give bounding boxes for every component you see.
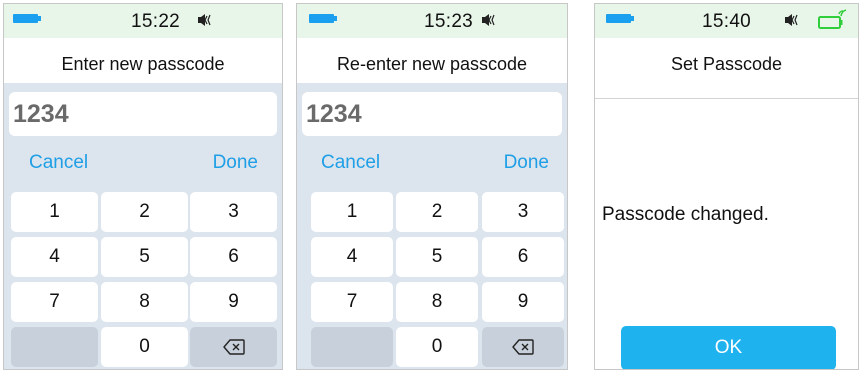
blank-key xyxy=(11,327,98,367)
delete-key[interactable] xyxy=(482,327,564,367)
key-4[interactable]: 4 xyxy=(11,237,98,277)
keypad-panel: 1234 Cancel Done 1 2 3 4 5 6 7 8 9 0 xyxy=(4,83,282,369)
key-2[interactable]: 2 xyxy=(101,192,188,232)
battery-icon xyxy=(13,14,41,23)
key-1[interactable]: 1 xyxy=(11,192,98,232)
key-7[interactable]: 7 xyxy=(11,282,98,322)
battery-icon xyxy=(309,14,337,23)
key-3[interactable]: 3 xyxy=(482,192,564,232)
backspace-icon xyxy=(512,339,534,355)
screen-enter-passcode: 15:22 Enter new passcode 1234 Cancel Don… xyxy=(3,3,283,370)
blank-key xyxy=(311,327,393,367)
key-5[interactable]: 5 xyxy=(101,237,188,277)
passcode-field[interactable]: 1234 xyxy=(302,92,562,136)
key-3[interactable]: 3 xyxy=(190,192,277,232)
key-4[interactable]: 4 xyxy=(311,237,393,277)
delete-key[interactable] xyxy=(190,327,277,367)
status-time: 15:40 xyxy=(702,11,752,32)
key-6[interactable]: 6 xyxy=(482,237,564,277)
key-9[interactable]: 9 xyxy=(190,282,277,322)
key-0[interactable]: 0 xyxy=(396,327,478,367)
screen-reenter-passcode: 15:23 Re-enter new passcode 1234 Cancel … xyxy=(296,3,568,370)
done-button[interactable]: Done xyxy=(213,152,258,174)
charging-battery-icon xyxy=(818,9,847,29)
status-bar: 15:40 xyxy=(595,4,858,38)
cancel-button[interactable]: Cancel xyxy=(321,152,380,174)
screen-passcode-changed: 15:40 Set Passcode Passcode changed. OK xyxy=(594,3,859,370)
key-6[interactable]: 6 xyxy=(190,237,277,277)
speaker-mute-icon xyxy=(482,14,495,26)
status-time: 15:23 xyxy=(424,11,474,32)
cancel-button[interactable]: Cancel xyxy=(29,152,88,174)
key-7[interactable]: 7 xyxy=(311,282,393,322)
status-bar: 15:22 xyxy=(4,4,282,38)
status-bar: 15:23 xyxy=(297,4,567,38)
key-8[interactable]: 8 xyxy=(396,282,478,322)
battery-icon xyxy=(606,14,634,23)
done-button[interactable]: Done xyxy=(504,152,549,174)
page-title: Set Passcode xyxy=(670,54,783,74)
ok-button[interactable]: OK xyxy=(621,326,836,369)
key-2[interactable]: 2 xyxy=(396,192,478,232)
key-0[interactable]: 0 xyxy=(101,327,188,367)
key-5[interactable]: 5 xyxy=(396,237,478,277)
speaker-mute-icon xyxy=(785,14,798,26)
key-9[interactable]: 9 xyxy=(482,282,564,322)
speaker-mute-icon xyxy=(198,14,211,26)
key-1[interactable]: 1 xyxy=(311,192,393,232)
passcode-field[interactable]: 1234 xyxy=(9,92,277,136)
keypad-panel: 1234 Cancel Done 1 2 3 4 5 6 7 8 9 0 xyxy=(297,83,567,369)
status-time: 15:22 xyxy=(131,11,181,32)
status-message: Passcode changed. xyxy=(602,204,769,225)
divider xyxy=(595,98,858,99)
backspace-icon xyxy=(222,339,245,355)
key-8[interactable]: 8 xyxy=(101,282,188,322)
